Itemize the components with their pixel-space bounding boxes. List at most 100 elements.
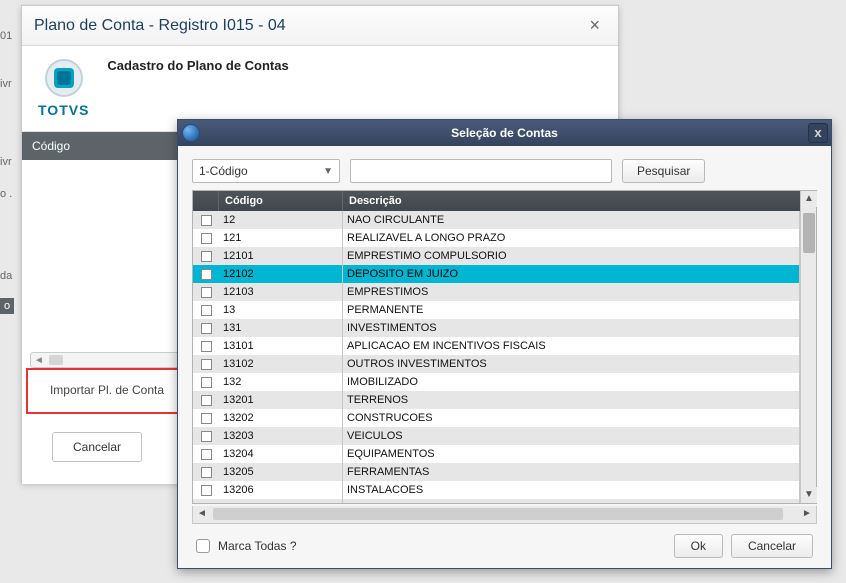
cell-codigo: 13	[219, 301, 343, 319]
row-checkbox[interactable]	[193, 427, 219, 445]
scroll-down-icon[interactable]: ▼	[801, 487, 817, 503]
scroll-left-icon[interactable]: ◄	[193, 506, 211, 522]
table-row[interactable]: 13207MAQUINAS	[193, 499, 800, 503]
cell-codigo: 13206	[219, 481, 343, 499]
grid-body[interactable]: 12NAO CIRCULANTE121REALIZAVEL A LONGO PR…	[193, 211, 800, 503]
cell-codigo: 13203	[219, 427, 343, 445]
cell-codigo: 13202	[219, 409, 343, 427]
table-row[interactable]: 121REALIZAVEL A LONGO PRAZO	[193, 229, 800, 247]
table-row[interactable]: 12102DEPOSITO EM JUIZO	[193, 265, 800, 283]
row-checkbox[interactable]	[193, 337, 219, 355]
table-row[interactable]: 12101EMPRESTIMO COMPULSORIO	[193, 247, 800, 265]
scrollbar-thumb[interactable]	[49, 355, 63, 365]
cell-descricao: INVESTIMENTOS	[343, 319, 800, 337]
marca-todas-checkbox[interactable]: Marca Todas ?	[196, 539, 297, 553]
grid-header-row: Código Descrição	[193, 191, 800, 211]
main-dialog-close-button[interactable]: ×	[583, 15, 606, 36]
table-row[interactable]: 13205FERRAMENTAS	[193, 463, 800, 481]
ok-button[interactable]: Ok	[674, 534, 723, 558]
grid-area: Código Descrição 12NAO CIRCULANTE121REAL…	[193, 191, 800, 503]
cell-descricao: FERRAMENTAS	[343, 463, 800, 481]
selecao-dialog-footer: Marca Todas ? Ok Cancelar	[178, 524, 831, 568]
table-row[interactable]: 13203VEICULOS	[193, 427, 800, 445]
selecao-dialog-titlebar: Seleção de Contas x	[178, 120, 831, 146]
main-grid-hscrollbar[interactable]: ◄	[30, 352, 180, 368]
table-row[interactable]: 13102OUTROS INVESTIMENTOS	[193, 355, 800, 373]
row-checkbox[interactable]	[193, 247, 219, 265]
grid-header-codigo[interactable]: Código	[219, 191, 343, 211]
cancel-button-label: Cancelar	[748, 539, 796, 553]
grid-vscrollbar[interactable]: ▲ ▼	[800, 191, 816, 503]
grid-header-checkbox-col	[193, 191, 219, 211]
checkbox-icon	[201, 413, 212, 424]
import-plano-button[interactable]: Importar Pl. de Conta	[32, 374, 182, 406]
cell-descricao: IMOBILIZADO	[343, 373, 800, 391]
checkbox-icon	[201, 377, 212, 388]
cell-descricao: DEPOSITO EM JUIZO	[343, 265, 800, 283]
row-checkbox[interactable]	[193, 373, 219, 391]
cell-descricao: EMPRESTIMOS	[343, 283, 800, 301]
selecao-contas-dialog: Seleção de Contas x 1-Código ▼ Pesquisar…	[177, 119, 832, 569]
cell-codigo: 12102	[219, 265, 343, 283]
row-checkbox[interactable]	[193, 265, 219, 283]
grid-hscrollbar[interactable]: ◄ ►	[192, 506, 817, 524]
chevron-down-icon: ▼	[323, 166, 333, 177]
totvs-logo-text: TOTVS	[38, 102, 89, 118]
row-checkbox[interactable]	[193, 301, 219, 319]
cell-codigo: 132	[219, 373, 343, 391]
row-checkbox[interactable]	[193, 391, 219, 409]
table-row[interactable]: 12103EMPRESTIMOS	[193, 283, 800, 301]
cell-descricao: NAO CIRCULANTE	[343, 211, 800, 229]
table-row[interactable]: 13201TERRENOS	[193, 391, 800, 409]
row-checkbox[interactable]	[193, 463, 219, 481]
search-type-combo[interactable]: 1-Código ▼	[192, 159, 340, 183]
cell-codigo: 13205	[219, 463, 343, 481]
cell-descricao: APLICACAO EM INCENTIVOS FISCAIS	[343, 337, 800, 355]
row-checkbox[interactable]	[193, 283, 219, 301]
row-checkbox[interactable]	[193, 499, 219, 503]
table-row[interactable]: 13204EQUIPAMENTOS	[193, 445, 800, 463]
totvs-logo-icon	[42, 56, 86, 100]
selecao-dialog-close-button[interactable]: x	[808, 123, 828, 143]
main-cancel-button[interactable]: Cancelar	[52, 432, 142, 462]
cell-descricao: VEICULOS	[343, 427, 800, 445]
cell-codigo: 13207	[219, 499, 343, 503]
row-checkbox[interactable]	[193, 319, 219, 337]
row-checkbox[interactable]	[193, 229, 219, 247]
scroll-right-icon[interactable]: ►	[798, 506, 816, 522]
cell-descricao: CONSTRUCOES	[343, 409, 800, 427]
checkbox-icon	[201, 485, 212, 496]
table-row[interactable]: 13206INSTALACOES	[193, 481, 800, 499]
table-row[interactable]: 13PERMANENTE	[193, 301, 800, 319]
row-checkbox[interactable]	[193, 445, 219, 463]
row-checkbox[interactable]	[193, 211, 219, 229]
cell-codigo: 13101	[219, 337, 343, 355]
cell-codigo: 13204	[219, 445, 343, 463]
vscrollbar-thumb[interactable]	[803, 213, 815, 253]
search-button[interactable]: Pesquisar	[622, 159, 705, 183]
grid-header-descricao[interactable]: Descrição	[343, 191, 800, 211]
hscrollbar-thumb[interactable]	[213, 508, 783, 520]
checkbox-icon	[201, 233, 212, 244]
checkbox-icon	[201, 305, 212, 316]
table-row[interactable]: 13202CONSTRUCOES	[193, 409, 800, 427]
table-row[interactable]: 132IMOBILIZADO	[193, 373, 800, 391]
search-input[interactable]	[350, 159, 612, 183]
cell-codigo: 131	[219, 319, 343, 337]
table-row[interactable]: 12NAO CIRCULANTE	[193, 211, 800, 229]
main-dialog-titlebar: Plano de Conta - Registro I015 - 04 ×	[22, 6, 618, 46]
contas-grid: Código Descrição 12NAO CIRCULANTE121REAL…	[192, 190, 817, 504]
row-checkbox[interactable]	[193, 481, 219, 499]
table-row[interactable]: 13101APLICACAO EM INCENTIVOS FISCAIS	[193, 337, 800, 355]
totvs-logo: TOTVS	[38, 56, 89, 118]
cancel-button[interactable]: Cancelar	[731, 534, 813, 558]
checkbox-icon	[201, 215, 212, 226]
scroll-up-icon[interactable]: ▲	[801, 191, 817, 207]
checkbox-icon	[201, 359, 212, 370]
checkbox-icon	[201, 395, 212, 406]
checkbox-icon	[201, 503, 212, 504]
table-row[interactable]: 131INVESTIMENTOS	[193, 319, 800, 337]
row-checkbox[interactable]	[193, 409, 219, 427]
cell-codigo: 121	[219, 229, 343, 247]
row-checkbox[interactable]	[193, 355, 219, 373]
